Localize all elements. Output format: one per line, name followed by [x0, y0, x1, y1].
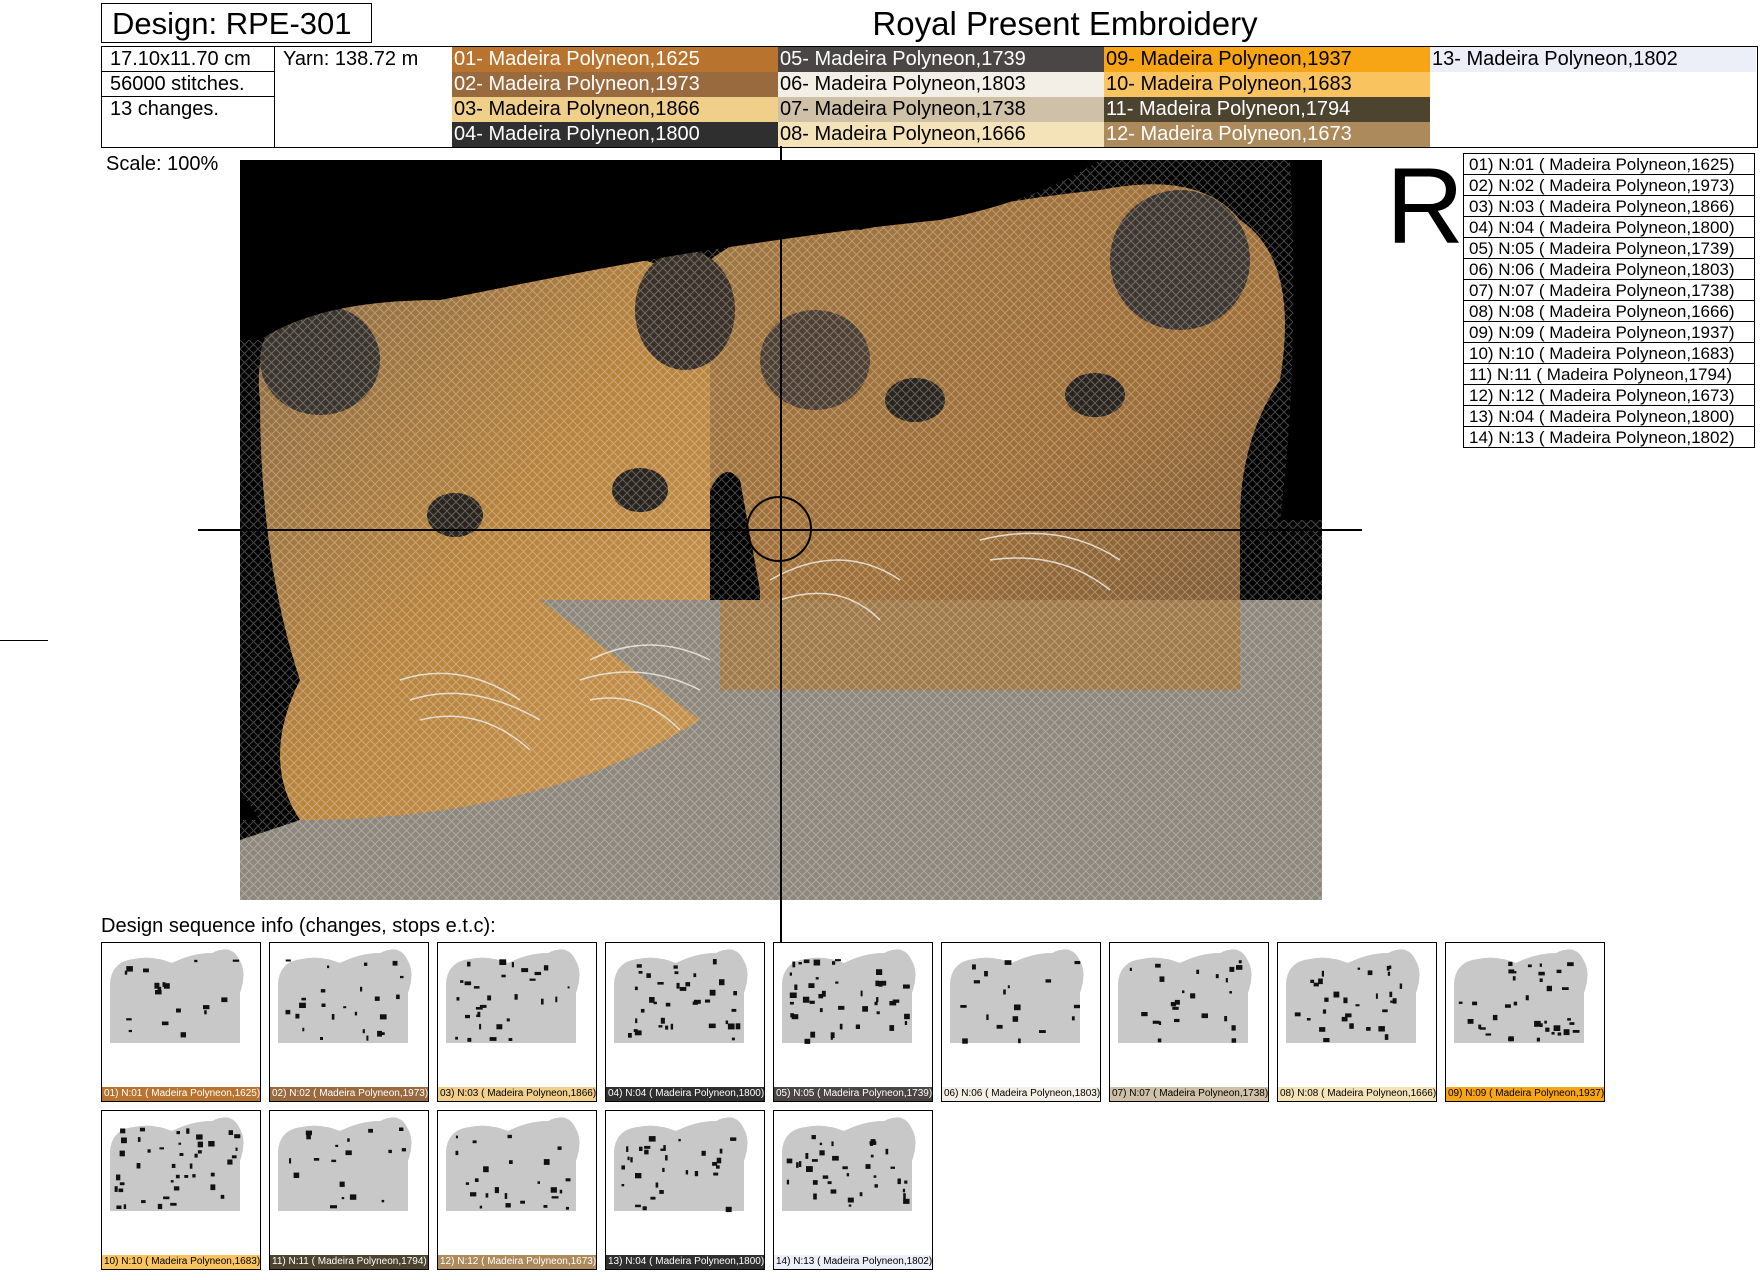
palette-swatch: 08- Madeira Polyneon,1666	[778, 122, 1104, 147]
legend-row: 12) N:12 ( Madeira Polyneon,1673)	[1464, 385, 1754, 406]
thumbnail-caption: 13) N:04 ( Madeira Polyneon,1800)	[606, 1255, 764, 1269]
thumbnail-caption: 02) N:02 ( Madeira Polyneon,1973)	[270, 1087, 428, 1101]
thumbnail-caption: 11) N:11 ( Madeira Polyneon,1794)	[270, 1255, 428, 1269]
legend-row: 04) N:04 ( Madeira Polyneon,1800)	[1464, 217, 1754, 238]
thumbnail-caption: 08) N:08 ( Madeira Polyneon,1666)	[1278, 1087, 1436, 1101]
thumbnail-caption: 06) N:06 ( Madeira Polyneon,1803)	[942, 1087, 1100, 1101]
thumbnail-silhouette	[950, 949, 1084, 1044]
thumbnail-caption: 14) N:13 ( Madeira Polyneon,1802)	[774, 1255, 932, 1269]
thumbnail-silhouette	[446, 949, 580, 1043]
legend-row: 13) N:04 ( Madeira Polyneon,1800)	[1464, 406, 1754, 427]
legend-row: 07) N:07 ( Madeira Polyneon,1738)	[1464, 280, 1754, 301]
scale-label: Scale: 100%	[106, 153, 219, 175]
sequence-thumbnail: 14) N:13 ( Madeira Polyneon,1802)	[773, 1110, 933, 1270]
legend-row: 14) N:13 ( Madeira Polyneon,1802)	[1464, 427, 1754, 448]
stop-sequence-legend: 01) N:01 ( Madeira Polyneon,1625) 02) N:0…	[1463, 153, 1755, 448]
thumbnail-caption: 10) N:10 ( Madeira Polyneon,1683)	[102, 1255, 260, 1269]
legend-row: 02) N:02 ( Madeira Polyneon,1973)	[1464, 175, 1754, 196]
thumbnail-silhouette	[110, 1117, 244, 1211]
thumbnail-caption: 04) N:04 ( Madeira Polyneon,1800)	[606, 1087, 764, 1101]
palette-swatch: 13- Madeira Polyneon,1802	[1430, 47, 1756, 72]
thumbnail-caption: 09) N:09 ( Madeira Polyneon,1937)	[1446, 1087, 1604, 1101]
thumbnail-caption: 07) N:07 ( Madeira Polyneon,1738)	[1110, 1087, 1268, 1101]
palette-swatch: 06- Madeira Polyneon,1803	[778, 72, 1104, 97]
palette-swatch: 12- Madeira Polyneon,1673	[1104, 122, 1430, 147]
yarn-length: Yarn: 138.72 m	[283, 48, 419, 70]
palette-swatch: 05- Madeira Polyneon,1739	[778, 47, 1104, 72]
sequence-thumbnail: 04) N:04 ( Madeira Polyneon,1800)	[605, 942, 765, 1102]
sequence-thumbnail: 02) N:02 ( Madeira Polyneon,1973)	[269, 942, 429, 1102]
design-size: 17.10x11.70 cm	[102, 47, 275, 72]
thumbnail-silhouette	[1454, 949, 1588, 1043]
brand-title: Royal Present Embroidery	[872, 5, 1258, 42]
palette-swatch: 02- Madeira Polyneon,1973	[452, 72, 778, 97]
thumbnail-caption: 12) N:12 ( Madeira Polyneon,1673)	[438, 1255, 596, 1269]
legend-row: 03) N:03 ( Madeira Polyneon,1866)	[1464, 196, 1754, 217]
legend-row: 05) N:05 ( Madeira Polyneon,1739)	[1464, 238, 1754, 259]
thumbnail-caption: 05) N:05 ( Madeira Polyneon,1739)	[774, 1087, 932, 1101]
legend-row: 01) N:01 ( Madeira Polyneon,1625)	[1464, 154, 1754, 175]
sequence-thumbnail: 05) N:05 ( Madeira Polyneon,1739)	[773, 942, 933, 1102]
thumbnail-silhouette	[614, 1117, 748, 1213]
thumbnail-caption: 01) N:01 ( Madeira Polyneon,1625)	[102, 1087, 260, 1101]
legend-row: 09) N:09 ( Madeira Polyneon,1937)	[1464, 322, 1754, 343]
crosshair-circle	[746, 496, 812, 562]
palette-swatch: 10- Madeira Polyneon,1683	[1104, 72, 1430, 97]
palette-swatch: 03- Madeira Polyneon,1866	[452, 97, 778, 122]
thread-palette: 01- Madeira Polyneon,1625 02- Madeira Pol…	[452, 46, 1758, 148]
palette-swatch: 07- Madeira Polyneon,1738	[778, 97, 1104, 122]
thumbnail-silhouette	[278, 1117, 412, 1211]
stitch-count: 56000 stitches.	[102, 72, 275, 97]
thumbnail-silhouette	[110, 949, 244, 1043]
design-info-table: 17.10x11.70 cm Yarn: 138.72 m 56000 stit…	[101, 46, 453, 148]
r-letter: R	[1386, 145, 1464, 266]
sequence-thumbnail: 11) N:11 ( Madeira Polyneon,1794)	[269, 1110, 429, 1270]
palette-swatch: 04- Madeira Polyneon,1800	[452, 122, 778, 147]
sequence-thumbnail: 13) N:04 ( Madeira Polyneon,1800)	[605, 1110, 765, 1270]
sequence-thumbnail: 06) N:06 ( Madeira Polyneon,1803)	[941, 942, 1101, 1102]
sequence-thumbnail: 01) N:01 ( Madeira Polyneon,1625)	[101, 942, 261, 1102]
left-tick-mark	[0, 640, 48, 641]
thumbnail-silhouette	[278, 949, 412, 1043]
design-code: Design: RPE-301	[101, 3, 372, 43]
thumbnail-silhouette	[614, 949, 748, 1043]
sequence-thumbnail: 09) N:09 ( Madeira Polyneon,1937)	[1445, 942, 1605, 1102]
sequence-thumbnail: 03) N:03 ( Madeira Polyneon,1866)	[437, 942, 597, 1102]
palette-swatch: 11- Madeira Polyneon,1794	[1104, 97, 1430, 122]
legend-row: 06) N:06 ( Madeira Polyneon,1803)	[1464, 259, 1754, 280]
legend-row: 08) N:08 ( Madeira Polyneon,1666)	[1464, 301, 1754, 322]
sequence-thumbnail: 10) N:10 ( Madeira Polyneon,1683)	[101, 1110, 261, 1270]
thumbnail-silhouette	[1118, 949, 1252, 1043]
sequence-thumbnail: 07) N:07 ( Madeira Polyneon,1738)	[1109, 942, 1269, 1102]
legend-row: 11) N:11 ( Madeira Polyneon,1794)	[1464, 364, 1754, 385]
palette-swatch: 09- Madeira Polyneon,1937	[1104, 47, 1430, 72]
sequence-thumbnail: 12) N:12 ( Madeira Polyneon,1673)	[437, 1110, 597, 1270]
legend-row: 10) N:10 ( Madeira Polyneon,1683)	[1464, 343, 1754, 364]
palette-swatch: 01- Madeira Polyneon,1625	[452, 47, 778, 72]
color-changes: 13 changes.	[102, 97, 275, 147]
thumbnail-silhouette	[782, 1117, 916, 1211]
sequence-thumbnail: 08) N:08 ( Madeira Polyneon,1666)	[1277, 942, 1437, 1102]
thumbnail-silhouette	[1286, 949, 1420, 1043]
thumbnail-caption: 03) N:03 ( Madeira Polyneon,1866)	[438, 1087, 596, 1101]
thumbnail-silhouette	[446, 1117, 580, 1211]
thumbnail-silhouette	[782, 949, 916, 1044]
sequence-label: Design sequence info (changes, stops e.t…	[101, 915, 496, 937]
